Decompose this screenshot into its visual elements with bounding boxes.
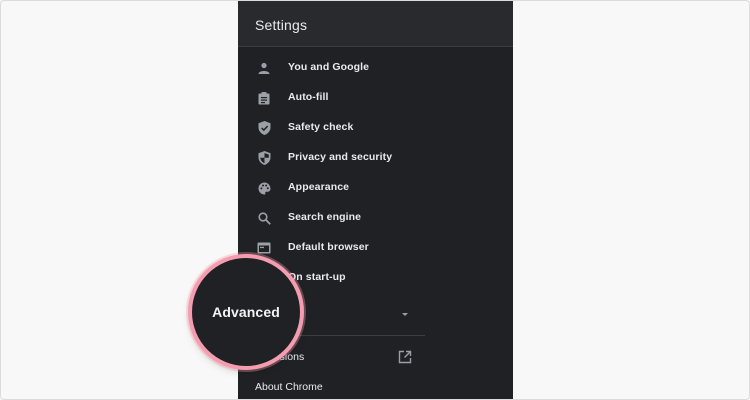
advanced-magnifier-callout[interactable]: Advanced — [192, 258, 300, 366]
browser-window-icon — [256, 240, 272, 256]
open-in-new-icon — [398, 350, 412, 364]
sidebar-item-appearance[interactable]: Appearance — [238, 173, 513, 203]
sidebar-item-label: Safety check — [288, 121, 354, 133]
sidebar-item-label: Privacy and security — [288, 151, 393, 163]
sidebar-item-label: On start-up — [288, 271, 346, 283]
chevron-down-icon — [402, 313, 408, 316]
shield-half-icon — [256, 150, 272, 166]
sidebar-item-default-browser[interactable]: Default browser — [238, 233, 513, 263]
search-icon — [256, 210, 272, 226]
sidebar-item-label: Appearance — [288, 181, 350, 193]
sidebar-item-autofill[interactable]: Auto-fill — [238, 83, 513, 113]
person-icon — [256, 60, 272, 76]
sidebar-item-label: Search engine — [288, 211, 362, 223]
palette-icon — [256, 180, 272, 196]
settings-header: Settings — [238, 1, 513, 47]
clipboard-icon — [256, 90, 272, 106]
sidebar-item-privacy-and-security[interactable]: Privacy and security — [238, 143, 513, 173]
page-title: Settings — [255, 17, 308, 33]
sidebar-item-label: Default browser — [288, 241, 369, 253]
sidebar-item-label: About Chrome — [255, 381, 323, 393]
sidebar-item-about-chrome[interactable]: About Chrome — [238, 373, 513, 399]
advanced-label: Advanced — [212, 304, 280, 320]
sidebar-item-label: Auto-fill — [288, 91, 329, 103]
sidebar-item-safety-check[interactable]: Safety check — [238, 113, 513, 143]
sidebar-item-you-and-google[interactable]: You and Google — [238, 53, 513, 83]
sidebar-item-search-engine[interactable]: Search engine — [238, 203, 513, 233]
shield-check-icon — [256, 120, 272, 136]
sidebar-item-label: You and Google — [288, 61, 370, 73]
